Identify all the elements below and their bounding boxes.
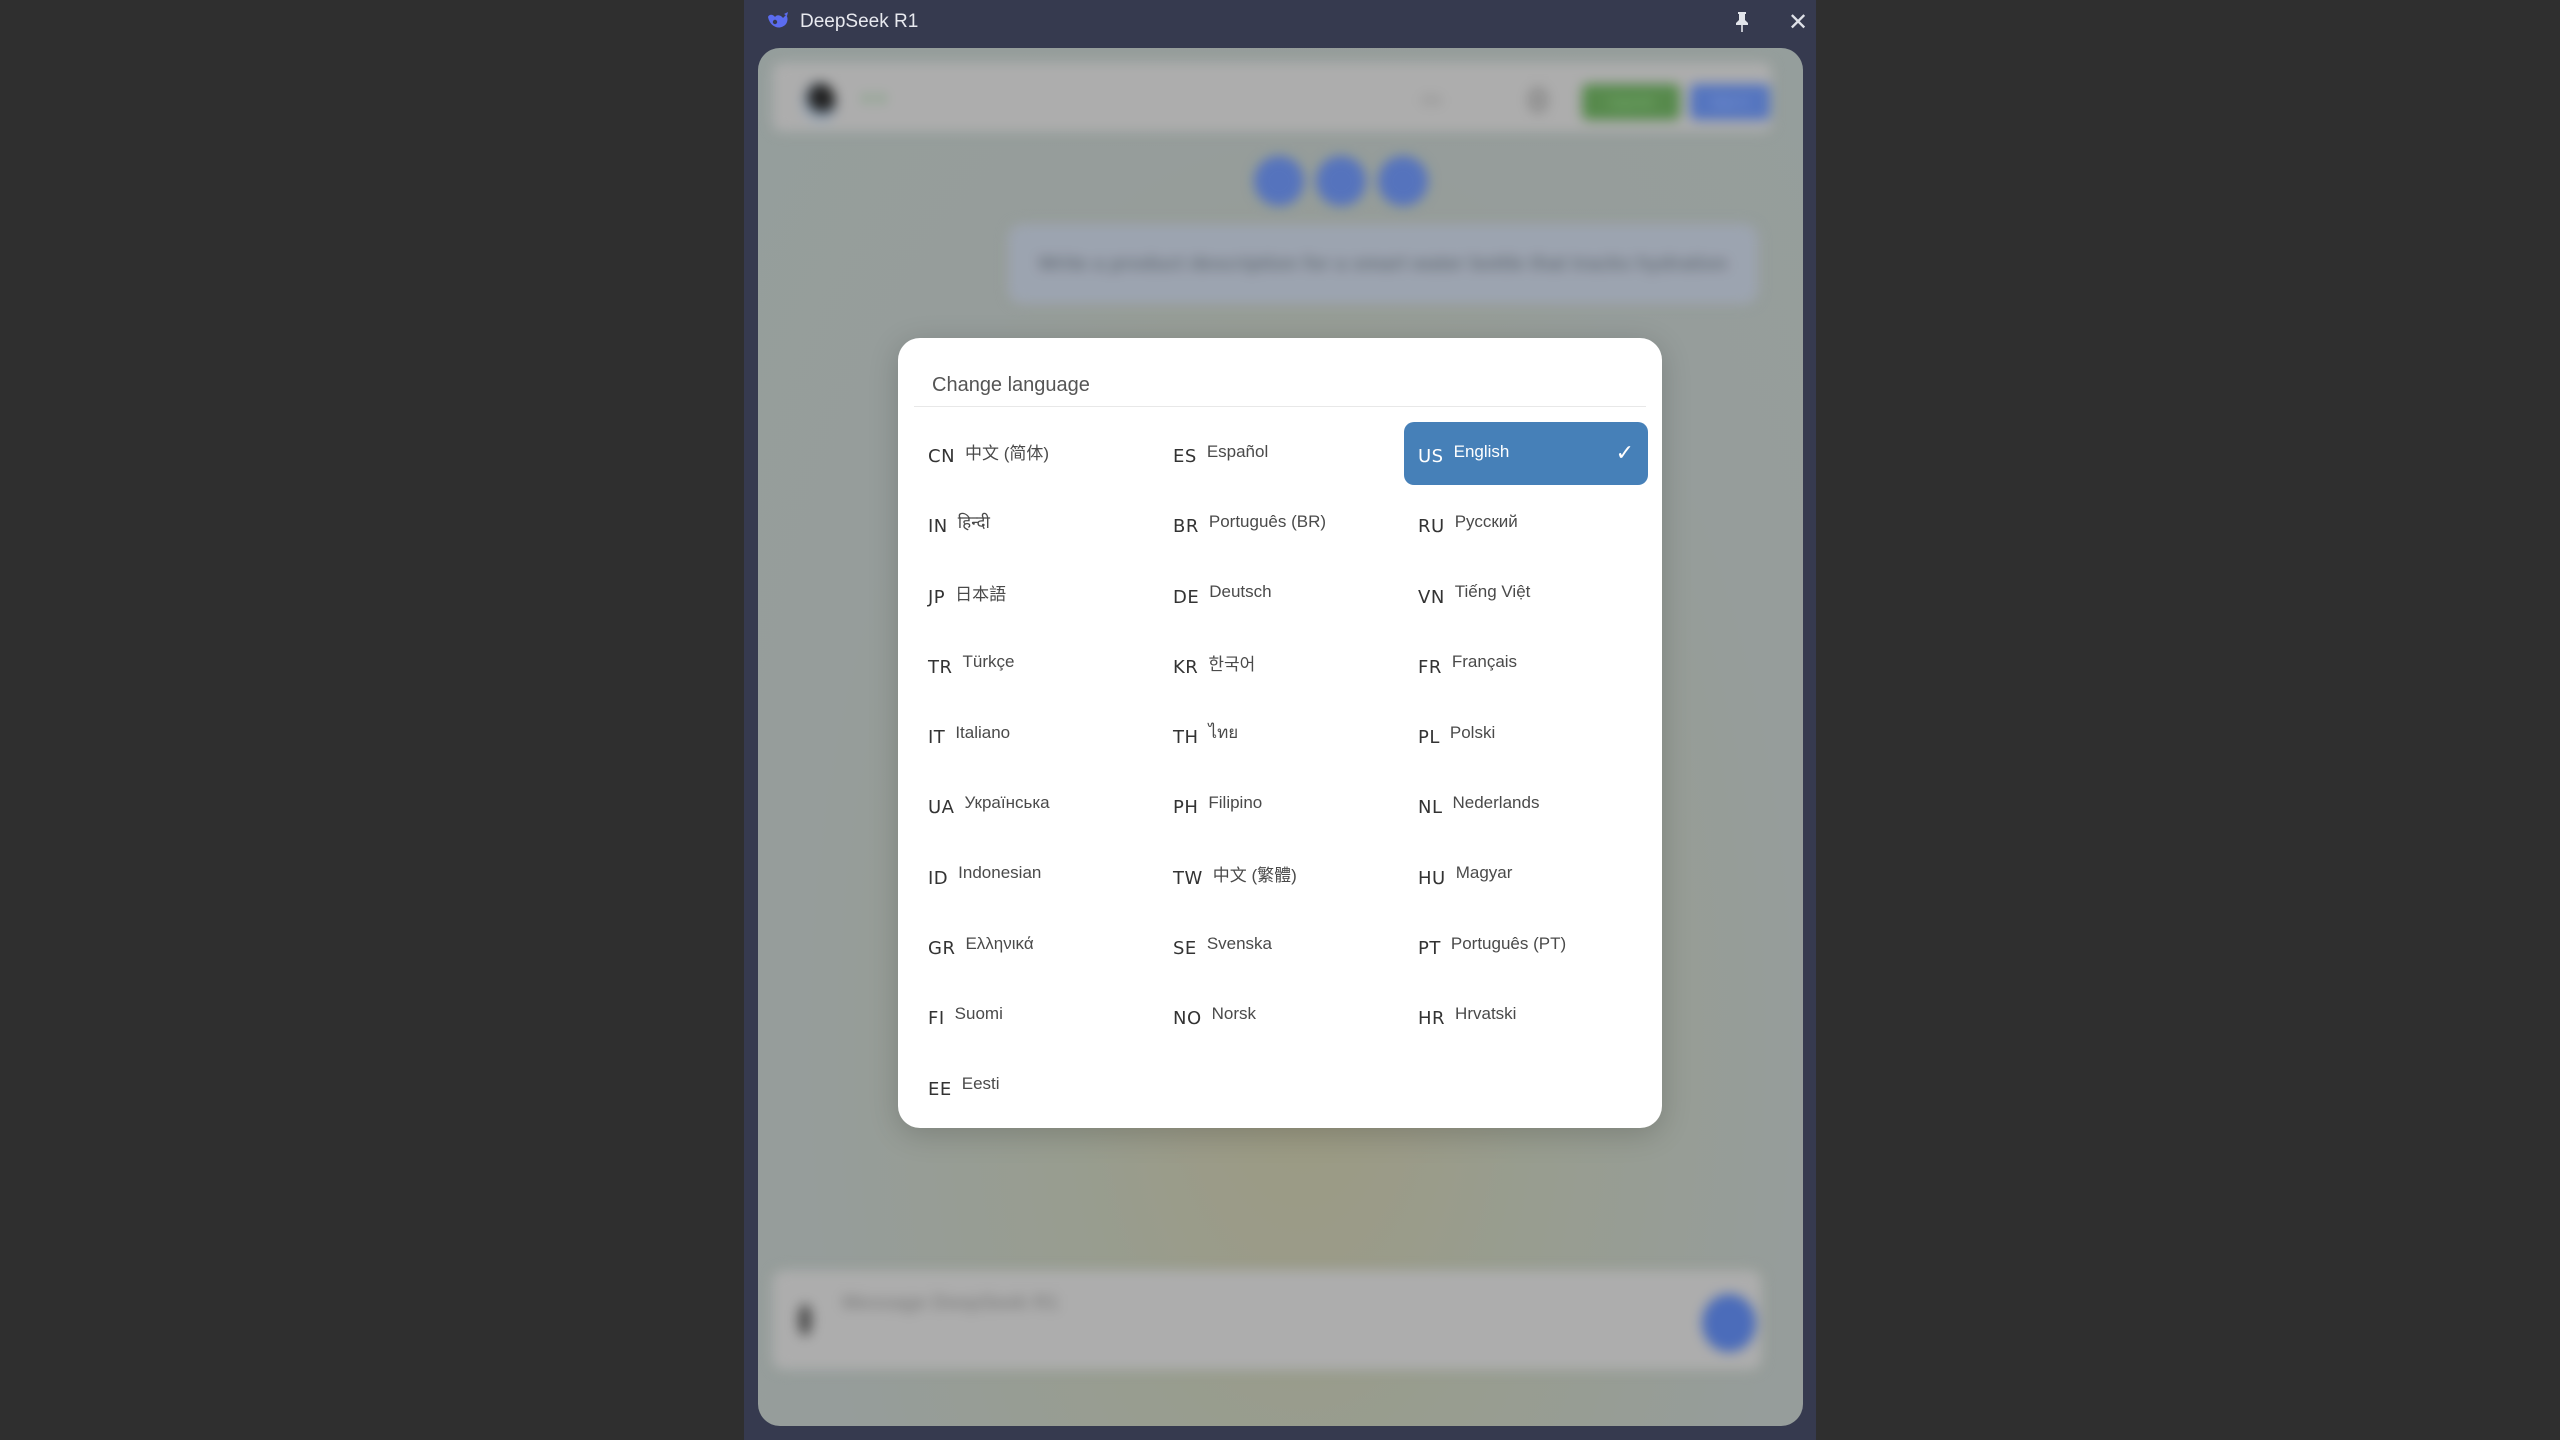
language-code: BR	[1173, 516, 1199, 538]
language-option-pl[interactable]: PL Polski	[1404, 703, 1648, 766]
language-option-ua[interactable]: UA Українська	[914, 773, 1159, 836]
language-code: IT	[928, 727, 946, 749]
language-name: Português (BR)	[1208, 511, 1327, 531]
language-name: Filipino	[1208, 792, 1263, 812]
language-code: FI	[928, 1008, 945, 1030]
language-name: 中文 (繁體)	[1212, 865, 1297, 885]
close-button[interactable]: ✕	[1784, 8, 1812, 36]
language-code: ES	[1173, 446, 1197, 467]
language-option-ru[interactable]: RU Русский	[1404, 492, 1648, 555]
language-name: Українська	[964, 792, 1050, 812]
language-code: PT	[1418, 938, 1441, 960]
language-name: Indonesian	[958, 863, 1042, 883]
dialog-title: Change language	[932, 374, 1090, 396]
language-code: EE	[928, 1078, 952, 1100]
language-code: JP	[928, 586, 946, 608]
language-option-br[interactable]: BR Português (BR)	[1159, 492, 1404, 555]
language-name: English	[1453, 441, 1510, 461]
language-option-nl[interactable]: NL Nederlands	[1404, 773, 1648, 836]
pin-button[interactable]	[1728, 8, 1756, 36]
close-icon: ✕	[1787, 8, 1809, 36]
language-option-tr[interactable]: TR Türkçe	[914, 633, 1159, 696]
language-option-de[interactable]: DE Deutsch	[1159, 563, 1404, 626]
language-name: Русский	[1454, 511, 1518, 531]
language-option-ee[interactable]: EE Eesti	[914, 1055, 1159, 1118]
chat-viewport: ● ● EN Upgrade Sign in Write a product d…	[758, 48, 1803, 1426]
language-name: 中文 (简体)	[965, 444, 1050, 463]
language-option-id[interactable]: ID Indonesian	[914, 844, 1159, 907]
language-code: HU	[1418, 867, 1446, 889]
language-code: SE	[1173, 938, 1197, 960]
language-code: US	[1418, 446, 1444, 467]
language-name: Hrvatski	[1455, 1003, 1517, 1023]
language-option-gr[interactable]: GR Ελληνικά	[914, 914, 1159, 977]
pin-icon	[1736, 12, 1748, 32]
language-option-cn[interactable]: CN 中文 (简体)	[914, 422, 1159, 485]
title-bar: DeepSeek R1 ✕	[744, 0, 1816, 44]
language-name: Magyar	[1455, 863, 1513, 883]
language-name: Ελληνικά	[965, 933, 1034, 953]
language-grid: CN 中文 (简体) ES Español US English ✓ IN हिन्दी BR Po…	[914, 422, 1648, 1125]
language-code: PL	[1418, 727, 1440, 749]
language-option-jp[interactable]: JP 日本語	[914, 563, 1159, 626]
app-window: DeepSeek R1 ✕ ● ● EN Upgrade Sign in Wri…	[744, 0, 1816, 1440]
language-code: PH	[1173, 797, 1199, 819]
language-option-us[interactable]: US English ✓	[1404, 422, 1648, 485]
language-name: Español	[1206, 441, 1269, 461]
language-name: Nederlands	[1452, 792, 1540, 812]
language-name: 한국어	[1208, 654, 1256, 674]
language-name: Italiano	[955, 722, 1011, 742]
language-option-es[interactable]: ES Español	[1159, 422, 1404, 485]
language-code: DE	[1173, 586, 1200, 608]
language-option-se[interactable]: SE Svenska	[1159, 914, 1404, 977]
language-option-th[interactable]: TH ไทย	[1159, 703, 1404, 766]
language-name: Svenska	[1206, 933, 1273, 953]
language-option-in[interactable]: IN हिन्दी	[914, 492, 1159, 555]
language-code: TR	[928, 656, 953, 678]
language-option-ph[interactable]: PH Filipino	[1159, 773, 1404, 836]
language-name: Suomi	[954, 1003, 1003, 1023]
divider	[914, 406, 1646, 407]
language-name: Eesti	[961, 1074, 1000, 1094]
language-option-tw[interactable]: TW 中文 (繁體)	[1159, 844, 1404, 907]
language-code: RU	[1418, 516, 1445, 538]
window-title: DeepSeek R1	[800, 11, 919, 32]
language-code: CN	[928, 446, 956, 467]
language-code: UA	[928, 797, 955, 819]
language-option-pt[interactable]: PT Português (PT)	[1404, 914, 1648, 977]
change-language-dialog: Change language CN 中文 (简体) ES Español US Engl…	[898, 338, 1662, 1128]
language-code: NL	[1418, 797, 1443, 819]
language-name: 日本語	[955, 584, 1007, 604]
language-code: VN	[1418, 586, 1445, 608]
language-name: Français	[1451, 652, 1518, 672]
language-option-vn[interactable]: VN Tiếng Việt	[1404, 563, 1648, 626]
language-option-hu[interactable]: HU Magyar	[1404, 844, 1648, 907]
language-option-it[interactable]: IT Italiano	[914, 703, 1159, 766]
language-name: हिन्दी	[957, 513, 990, 533]
language-code: TH	[1173, 727, 1199, 749]
language-code: ID	[928, 867, 949, 889]
language-code: IN	[928, 516, 948, 538]
language-option-fi[interactable]: FI Suomi	[914, 984, 1159, 1047]
language-option-fr[interactable]: FR Français	[1404, 633, 1648, 696]
language-name: Tiếng Việt	[1454, 582, 1531, 602]
language-code: GR	[928, 938, 956, 960]
language-option-no[interactable]: NO Norsk	[1159, 984, 1404, 1047]
language-name: Polski	[1449, 722, 1496, 742]
language-code: HR	[1418, 1008, 1446, 1030]
language-option-hr[interactable]: HR Hrvatski	[1404, 984, 1648, 1047]
language-option-kr[interactable]: KR 한국어	[1159, 633, 1404, 696]
language-name: Deutsch	[1209, 582, 1272, 602]
language-code: KR	[1173, 656, 1199, 678]
language-name: Türkçe	[962, 652, 1015, 672]
language-code: FR	[1418, 656, 1442, 678]
language-name: ไทย	[1208, 723, 1239, 743]
language-code: TW	[1173, 867, 1203, 889]
language-code: NO	[1173, 1008, 1202, 1030]
language-name: Norsk	[1211, 1003, 1257, 1023]
checkmark-icon: ✓	[1615, 440, 1634, 465]
deepseek-whale-icon	[768, 12, 788, 28]
language-name: Português (PT)	[1450, 933, 1567, 953]
